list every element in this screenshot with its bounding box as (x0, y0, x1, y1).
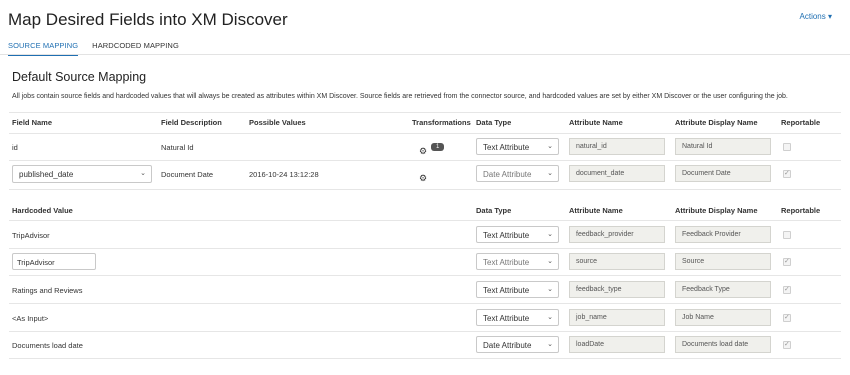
attribute-display-name-field: Job Name (675, 309, 771, 326)
divider (9, 133, 841, 134)
data-type-select[interactable]: Text Attribute ⌄ (476, 309, 559, 326)
header-transformations: Transformations (412, 118, 471, 127)
reportable-checkbox (783, 340, 791, 349)
possible-values: 2016-10-24 13:12:28 (249, 170, 319, 179)
data-type-value: Text Attribute (483, 314, 530, 323)
attribute-name-field: loadDate (569, 336, 665, 353)
data-type-value: Text Attribute (483, 286, 530, 295)
attribute-display-name-field: Source (675, 253, 771, 270)
reportable-checkbox (783, 313, 791, 322)
field-description: Natural Id (161, 143, 194, 152)
chevron-down-icon: ⌄ (547, 231, 553, 238)
chevron-down-icon: ⌄ (547, 286, 553, 293)
page-title: Map Desired Fields into XM Discover (8, 10, 288, 29)
hardcoded-value: Ratings and Reviews (12, 286, 83, 295)
header-data-type: Data Type (476, 206, 512, 215)
actions-menu[interactable]: Actions ▾ (800, 12, 832, 21)
data-type-select[interactable]: Text Attribute ⌄ (476, 226, 559, 243)
header-hardcoded-value: Hardcoded Value (12, 206, 73, 215)
hardcoded-value: <As Input> (12, 314, 49, 323)
attribute-name-field: job_name (569, 309, 665, 326)
attribute-display-name-field: Feedback Provider (675, 226, 771, 243)
attribute-name-field: source (569, 253, 665, 270)
divider (9, 303, 841, 304)
attribute-display-name-field: Feedback Type (675, 281, 771, 298)
gear-icon[interactable]: ⚙ (419, 146, 427, 157)
hardcoded-value: Documents load date (12, 341, 83, 350)
data-type-value: Text Attribute (483, 143, 530, 152)
header-reportable: Reportable (781, 206, 821, 215)
header-attribute-display-name: Attribute Display Name (675, 206, 758, 215)
divider (9, 112, 841, 113)
attribute-name-field: document_date (569, 165, 665, 182)
data-type-select[interactable]: Date Attribute ⌄ (476, 165, 559, 182)
chevron-down-icon: ⌄ (547, 170, 553, 177)
chevron-down-icon: ⌄ (547, 341, 553, 348)
field-name-select[interactable]: published_date ⌄ (12, 165, 152, 183)
field-name: id (12, 143, 18, 152)
data-type-value: Date Attribute (483, 341, 532, 350)
data-type-value: Date Attribute (483, 170, 532, 179)
reportable-checkbox (783, 169, 791, 178)
panel-description: All jobs contain source fields and hardc… (12, 93, 788, 100)
header-attribute-display-name: Attribute Display Name (675, 118, 758, 127)
divider (9, 189, 841, 190)
header-field-description: Field Description (161, 118, 222, 127)
transformation-count-badge: 1 (431, 143, 445, 151)
divider (9, 331, 841, 332)
attribute-name-field: feedback_type (569, 281, 665, 298)
gear-icon[interactable]: ⚙ (419, 173, 427, 184)
header-attribute-name: Attribute Name (569, 118, 623, 127)
hardcoded-value-input[interactable]: TripAdvisor (12, 253, 96, 270)
hardcoded-value: TripAdvisor (12, 231, 50, 240)
reportable-checkbox (783, 257, 791, 266)
chevron-down-icon: ⌄ (547, 314, 553, 321)
data-type-value: Text Attribute (483, 258, 530, 267)
attribute-display-name-field: Document Date (675, 165, 771, 182)
data-type-select[interactable]: Text Attribute ⌄ (476, 138, 559, 155)
data-type-select[interactable]: Text Attribute ⌄ (476, 253, 559, 270)
header-possible-values: Possible Values (249, 118, 306, 127)
header-field-name: Field Name (12, 118, 53, 127)
attribute-display-name-field: Documents load date (675, 336, 771, 353)
reportable-checkbox (783, 231, 791, 239)
header-reportable: Reportable (781, 118, 821, 127)
reportable-checkbox (783, 143, 791, 151)
field-description: Document Date (161, 170, 214, 179)
header-attribute-name: Attribute Name (569, 206, 623, 215)
field-name-value: published_date (19, 170, 74, 179)
divider (9, 275, 841, 276)
attribute-name-field: natural_id (569, 138, 665, 155)
divider (9, 160, 841, 161)
data-type-value: Text Attribute (483, 231, 530, 240)
divider (9, 358, 841, 359)
data-type-select[interactable]: Text Attribute ⌄ (476, 281, 559, 298)
reportable-checkbox (783, 285, 791, 294)
tab-divider (0, 54, 850, 55)
chevron-down-icon: ⌄ (140, 170, 146, 177)
data-type-select[interactable]: Date Attribute ⌄ (476, 336, 559, 353)
attribute-display-name-field: Natural Id (675, 138, 771, 155)
source-mapping-panel: Default Source Mapping All jobs contain … (0, 60, 850, 370)
header-data-type: Data Type (476, 118, 512, 127)
chevron-down-icon: ⌄ (547, 258, 553, 265)
divider (9, 248, 841, 249)
divider (9, 220, 841, 221)
attribute-name-field: feedback_provider (569, 226, 665, 243)
panel-title: Default Source Mapping (12, 70, 147, 84)
chevron-down-icon: ⌄ (547, 143, 553, 150)
